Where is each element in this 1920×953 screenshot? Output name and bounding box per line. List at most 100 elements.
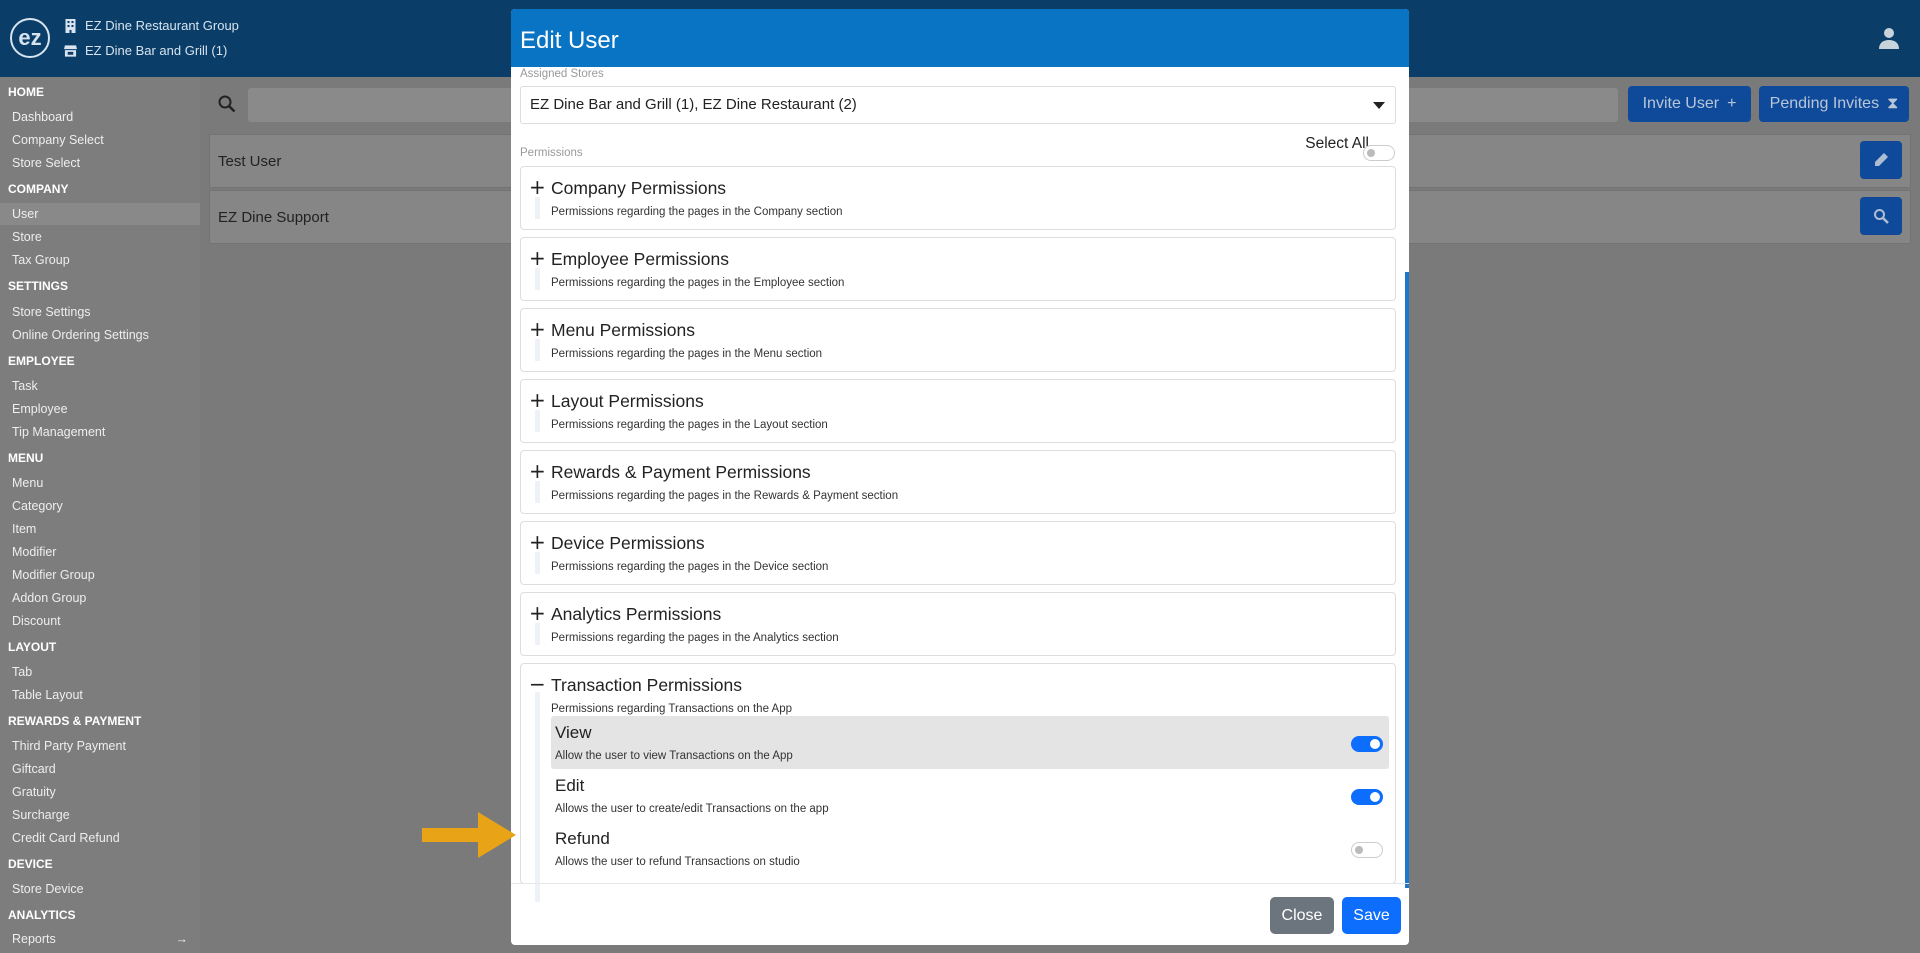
permission-group-title: Analytics Permissions	[551, 604, 722, 624]
sidebar-item-discount[interactable]: Discount	[12, 614, 61, 628]
permission-group-desc: Permissions regarding the pages in the R…	[551, 490, 899, 502]
assigned-stores-value: EZ Dine Bar and Grill (1), EZ Dine Resta…	[530, 96, 857, 113]
permission-group-company[interactable]: + Company Permissions Permissions regard…	[520, 166, 1396, 230]
expand-plus-icon[interactable]: +	[529, 601, 546, 625]
scrollbar[interactable]	[1405, 272, 1409, 888]
sidebar-item-dashboard[interactable]: Dashboard	[12, 110, 73, 124]
sidebar-item-reports[interactable]: Reports →	[12, 932, 200, 946]
view-toggle[interactable]	[1351, 736, 1383, 752]
sidebar-item-tab[interactable]: Tab	[12, 665, 32, 679]
assigned-stores-select[interactable]: EZ Dine Bar and Grill (1), EZ Dine Resta…	[520, 86, 1396, 124]
sidebar-item-tax-group[interactable]: Tax Group	[12, 253, 70, 267]
permission-group-rewards-payment[interactable]: + Rewards & Payment Permissions Permissi…	[520, 450, 1396, 514]
sidebar-section-employee: EMPLOYEE	[8, 354, 75, 368]
permission-item-desc: Allows the user to create/edit Transacti…	[555, 803, 829, 815]
sidebar-item-modifier[interactable]: Modifier	[12, 545, 56, 559]
hourglass-icon: ⧗	[1887, 95, 1899, 112]
permission-group-title: Employee Permissions	[551, 249, 729, 269]
group-indicator	[535, 481, 540, 503]
permission-item-view[interactable]: View Allow the user to view Transactions…	[551, 716, 1389, 769]
sidebar-item-gratuity[interactable]: Gratuity	[12, 785, 56, 799]
sidebar-item-employee[interactable]: Employee	[12, 402, 68, 416]
permission-group-desc: Permissions regarding the pages in the A…	[551, 632, 839, 644]
permission-item-edit[interactable]: Edit Allows the user to create/edit Tran…	[551, 769, 1389, 822]
sidebar-item-company-select[interactable]: Company Select	[12, 133, 104, 147]
permission-group-employee[interactable]: + Employee Permissions Permissions regar…	[520, 237, 1396, 301]
sidebar-item-credit-card-refund[interactable]: Credit Card Refund	[12, 831, 120, 845]
logo[interactable]: ez	[10, 18, 50, 58]
view-user-button[interactable]	[1860, 197, 1902, 235]
sidebar-section-rewards-payment: REWARDS & PAYMENT	[8, 714, 142, 728]
sidebar-item-giftcard[interactable]: Giftcard	[12, 762, 56, 776]
pending-invites-label: Pending Invites	[1769, 95, 1880, 112]
modal-body[interactable]: Assigned Stores EZ Dine Bar and Grill (1…	[511, 67, 1409, 902]
permission-group-layout[interactable]: + Layout Permissions Permissions regardi…	[520, 379, 1396, 443]
sidebar-item-table-layout[interactable]: Table Layout	[12, 688, 83, 702]
close-button[interactable]: Close	[1270, 897, 1334, 934]
edit-toggle[interactable]	[1351, 789, 1383, 805]
invite-user-label: Invite User	[1642, 95, 1720, 112]
invite-user-button[interactable]: Invite User +	[1628, 86, 1751, 122]
refund-toggle[interactable]	[1351, 842, 1383, 858]
sidebar-item-store[interactable]: Store	[12, 230, 42, 244]
permission-group-title: Transaction Permissions	[551, 675, 742, 695]
permission-group-analytics[interactable]: + Analytics Permissions Permissions rega…	[520, 592, 1396, 656]
sidebar-item-third-party-payment[interactable]: Third Party Payment	[12, 739, 126, 753]
permission-item-desc: Allows the user to refund Transactions o…	[555, 856, 800, 868]
user-name: Test User	[218, 153, 282, 170]
permission-item-title: Refund	[555, 829, 610, 848]
sidebar-item-addon-group[interactable]: Addon Group	[12, 591, 86, 605]
permission-group-transaction: − Transaction Permissions Permissions re…	[520, 663, 1396, 902]
user-name: EZ Dine Support	[218, 209, 329, 226]
company-selector[interactable]: EZ Dine Restaurant Group	[64, 18, 239, 33]
permissions-label: Permissions	[520, 147, 583, 159]
sidebar-item-store-settings[interactable]: Store Settings	[12, 305, 91, 319]
sidebar-item-online-ordering-settings[interactable]: Online Ordering Settings	[12, 328, 149, 342]
sidebar-item-surcharge[interactable]: Surcharge	[12, 808, 70, 822]
pending-invites-button[interactable]: Pending Invites ⧗	[1759, 86, 1909, 122]
sidebar-item-menu[interactable]: Menu	[12, 476, 43, 490]
pencil-icon	[1875, 153, 1888, 166]
expand-plus-icon[interactable]: +	[529, 530, 546, 554]
sidebar-item-tip-management[interactable]: Tip Management	[12, 425, 105, 439]
edit-user-button[interactable]	[1860, 141, 1902, 179]
permission-group-menu[interactable]: + Menu Permissions Permissions regarding…	[520, 308, 1396, 372]
sidebar-item-category[interactable]: Category	[12, 499, 63, 513]
permission-group-title: Rewards & Payment Permissions	[551, 462, 811, 482]
expand-plus-icon[interactable]: +	[529, 317, 546, 341]
select-all-toggle[interactable]	[1363, 145, 1395, 161]
expand-plus-icon[interactable]: +	[529, 388, 546, 412]
sidebar-section-device: DEVICE	[8, 857, 53, 871]
modal-footer: Close Save	[511, 883, 1409, 945]
permission-item-title: View	[555, 723, 592, 742]
permission-group-desc: Permissions regarding the pages in the L…	[551, 419, 828, 431]
store-name: EZ Dine Bar and Grill (1)	[85, 43, 228, 58]
sidebar-item-item[interactable]: Item	[12, 522, 36, 536]
permission-group-title: Company Permissions	[551, 178, 727, 198]
search-icon	[1874, 209, 1889, 224]
permission-item-refund[interactable]: Refund Allows the user to refund Transac…	[551, 822, 1389, 875]
expand-plus-icon[interactable]: +	[529, 246, 546, 270]
store-selector[interactable]: EZ Dine Bar and Grill (1)	[64, 43, 227, 58]
permission-item-title: Edit	[555, 776, 585, 795]
sidebar-item-store-select[interactable]: Store Select	[12, 156, 80, 170]
permission-item-desc: Allow the user to view Transactions on t…	[555, 750, 793, 762]
arrow-right-icon: →	[175, 932, 189, 946]
save-button[interactable]: Save	[1342, 897, 1401, 934]
company-name: EZ Dine Restaurant Group	[85, 18, 239, 33]
sidebar-item-user[interactable]: User	[0, 203, 200, 225]
expand-plus-icon[interactable]: +	[529, 459, 546, 483]
sidebar-item-task[interactable]: Task	[12, 379, 38, 393]
sidebar-item-store-device[interactable]: Store Device	[12, 882, 84, 896]
group-indicator	[535, 410, 540, 432]
caret-down-icon	[1373, 102, 1385, 109]
sidebar-section-home: HOME	[8, 85, 44, 99]
sidebar-section-company: COMPANY	[8, 182, 69, 196]
expand-plus-icon[interactable]: +	[529, 175, 546, 199]
sidebar-item-modifier-group[interactable]: Modifier Group	[12, 568, 95, 582]
user-icon[interactable]	[1878, 27, 1900, 49]
permission-group-title: Menu Permissions	[551, 320, 695, 340]
group-indicator	[535, 552, 540, 574]
permission-group-desc: Permissions regarding the pages in the M…	[551, 348, 823, 360]
permission-group-device[interactable]: + Device Permissions Permissions regardi…	[520, 521, 1396, 585]
